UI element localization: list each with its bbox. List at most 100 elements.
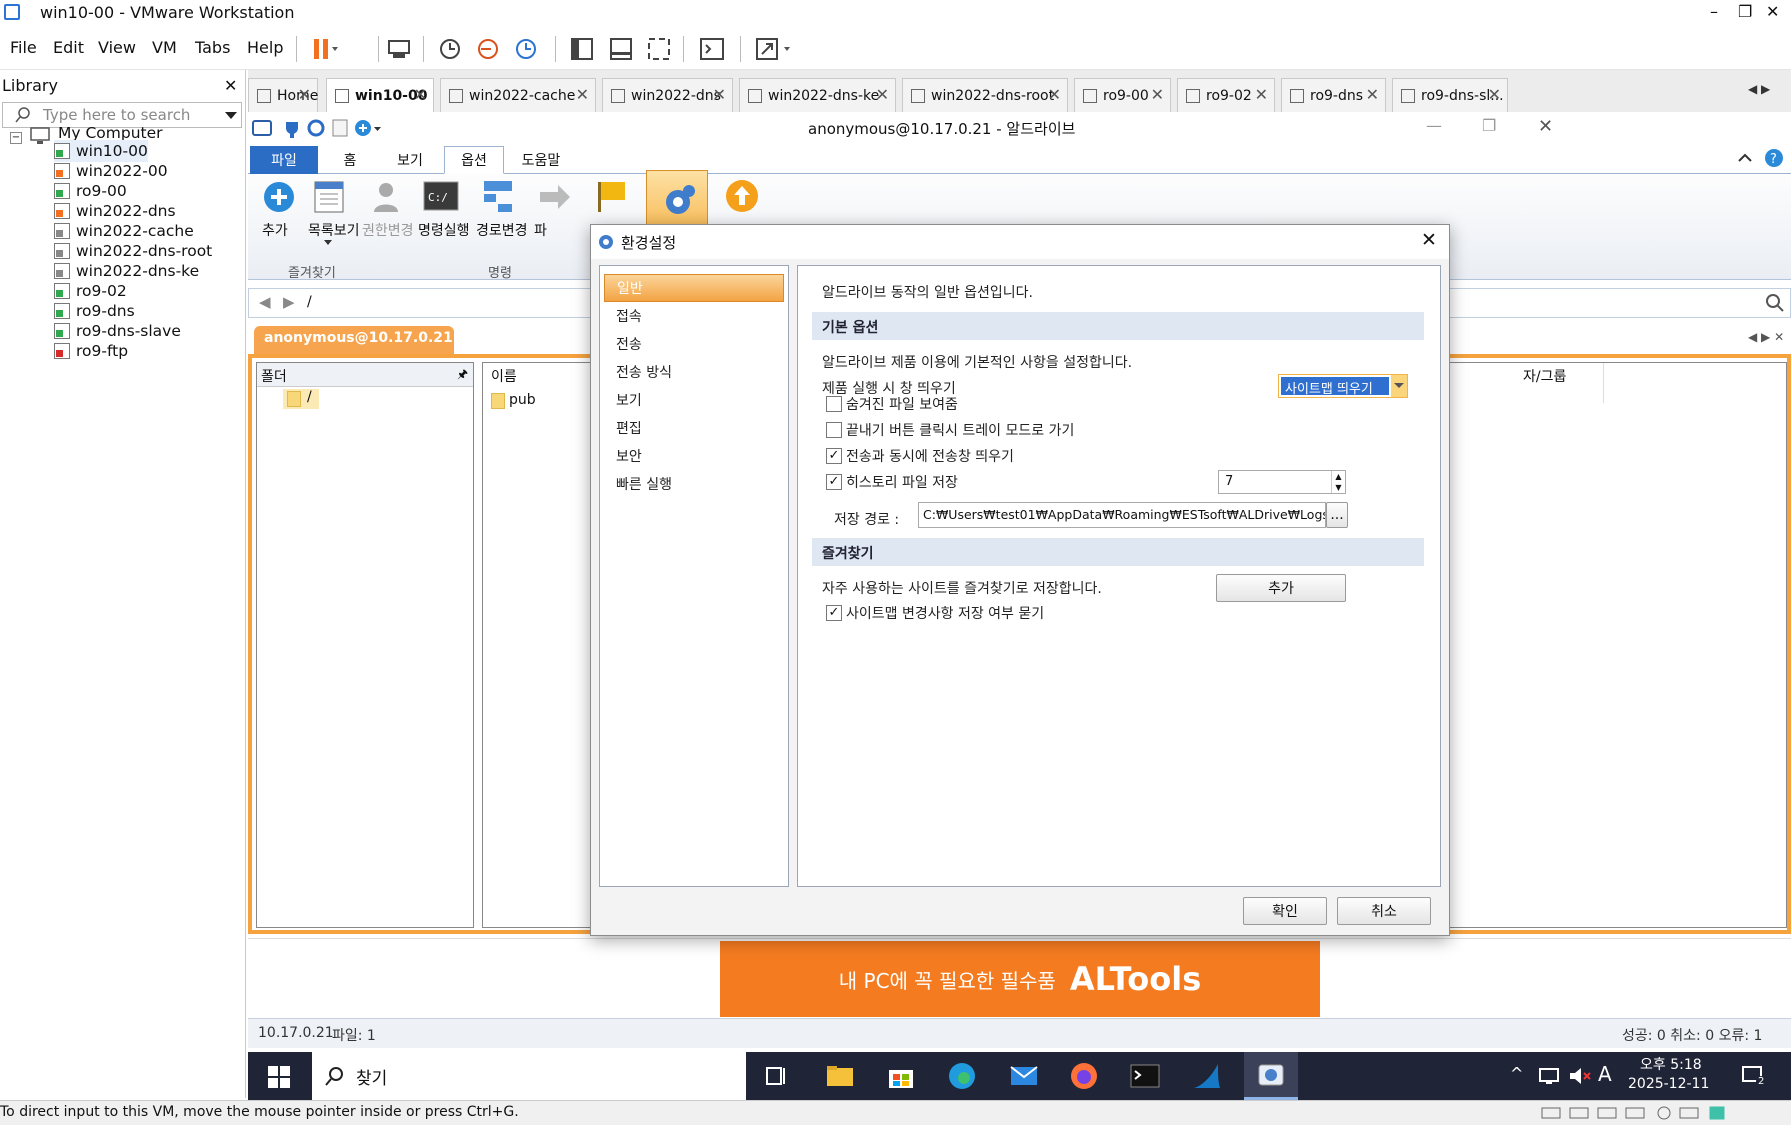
library-vm-item[interactable]: win10-00	[54, 140, 148, 162]
close-tab-icon[interactable]: ✕	[1151, 85, 1164, 104]
address-path[interactable]: /	[307, 294, 312, 310]
wireshark-icon[interactable]	[1192, 1062, 1222, 1090]
owner-group-column-header[interactable]: 자/그룹	[1523, 366, 1566, 386]
option-checkbox[interactable]: ✓	[826, 474, 842, 490]
file-explorer-icon[interactable]	[826, 1064, 854, 1088]
save-path-input[interactable]: C:₩Users₩test01₩AppData₩Roaming₩ESTsoft₩…	[918, 502, 1326, 528]
option-checkbox[interactable]: ✓	[826, 448, 842, 464]
ribbon-tab-options[interactable]: 옵션	[444, 146, 504, 174]
settings-nav-item[interactable]: 편집	[604, 414, 784, 442]
settings-nav-item[interactable]: 보기	[604, 386, 784, 414]
settings-nav-item[interactable]: 전송 방식	[604, 358, 784, 386]
dialog-close-button[interactable]: ✕	[1421, 229, 1437, 251]
close-tab-icon[interactable]: ✕	[1048, 85, 1061, 104]
library-vm-item[interactable]: ro9-02	[54, 280, 127, 302]
file-item-pub[interactable]: pub	[509, 392, 536, 408]
close-tab-icon[interactable]: ✕	[1488, 85, 1501, 104]
back-icon[interactable]: ◀	[259, 293, 271, 311]
snapshot-icon[interactable]	[437, 36, 465, 62]
library-vm-item[interactable]: win2022-cache	[54, 220, 194, 242]
vm-tab[interactable]: ro9-dns ✕	[1281, 78, 1386, 112]
aldrive-close-button[interactable]: ✕	[1538, 116, 1553, 137]
vm-tab[interactable]: ro9-00 ✕	[1074, 78, 1171, 112]
search-icon[interactable]	[1765, 293, 1785, 313]
network-icon[interactable]	[1538, 1066, 1560, 1086]
tray-overflow-icon[interactable]: ^	[1510, 1064, 1523, 1083]
task-view-icon[interactable]	[766, 1066, 788, 1086]
add-favorite-button-label[interactable]: 추가	[262, 220, 288, 240]
help-icon[interactable]: ?	[1764, 148, 1784, 168]
menu-vm[interactable]: VM	[152, 38, 177, 57]
tab-scroll-icons[interactable]: ◀ ▶ ✕	[1748, 330, 1784, 344]
path-change-button-label[interactable]: 경로변경	[476, 220, 528, 240]
settings-nav-item[interactable]: 전송	[604, 330, 784, 358]
pause-icon[interactable]	[310, 36, 338, 62]
close-tab-icon[interactable]: ✕	[876, 85, 889, 104]
ribbon-tab-help[interactable]: 도움말	[506, 146, 576, 174]
show-library-icon[interactable]	[568, 36, 596, 62]
library-vm-item[interactable]: win2022-dns	[54, 200, 176, 222]
close-tab-icon[interactable]: ✕	[576, 85, 589, 104]
clock-date[interactable]: 2025-12-11	[1628, 1076, 1709, 1092]
vm-tab[interactable]: win10-00 ✕	[326, 78, 434, 112]
thumbnail-bar-icon[interactable]	[607, 36, 635, 62]
folder-tree-pane[interactable]: 폴더 🖈 /	[256, 362, 474, 928]
windows-start-icon[interactable]	[268, 1066, 290, 1088]
close-tab-icon[interactable]: ✕	[414, 85, 427, 104]
vm-tab[interactable]: win2022-dns-root ✕	[902, 78, 1068, 112]
mail-icon[interactable]	[1010, 1066, 1038, 1086]
clock-time[interactable]: 오후 5:18	[1640, 1054, 1702, 1074]
option-checkbox[interactable]	[826, 422, 842, 438]
close-tab-icon[interactable]: ✕	[713, 85, 726, 104]
maximize-button[interactable]: ❐	[1738, 2, 1752, 21]
file-transfer-icon[interactable]	[538, 182, 572, 212]
menu-tabs[interactable]: Tabs	[195, 38, 230, 57]
aldrive-minimize-button[interactable]: —	[1426, 116, 1442, 135]
connect-icon[interactable]	[282, 118, 302, 138]
sitemap-confirm-checkbox[interactable]: ✓	[826, 605, 842, 621]
aldrive-taskbar-button[interactable]	[1244, 1052, 1298, 1100]
vm-tab[interactable]: win2022-dns-ke ✕	[739, 78, 896, 112]
spinner-arrows[interactable]: ▲ ▼	[1331, 471, 1345, 493]
quick-search-input[interactable]	[1435, 290, 1765, 316]
minimize-button[interactable]: –	[1710, 2, 1718, 21]
settings-nav-item[interactable]: 접속	[604, 302, 784, 330]
library-vm-item[interactable]: win2022-dns-ke	[54, 260, 199, 282]
vm-tab[interactable]: win2022-dns ✕	[602, 78, 733, 112]
aldrive-restore-button[interactable]: ❐	[1482, 116, 1496, 135]
ribbon-tab-view[interactable]: 보기	[380, 146, 440, 174]
vm-tab[interactable]: win2022-cache ✕	[440, 78, 596, 112]
add-favorite-icon[interactable]	[262, 180, 296, 214]
browse-button[interactable]: ...	[1326, 502, 1348, 528]
ribbon-collapse-icon[interactable]	[1738, 152, 1752, 164]
edge-icon[interactable]	[948, 1062, 976, 1090]
startup-select[interactable]: 사이트맵 띄우기	[1278, 374, 1408, 398]
menu-help[interactable]: Help	[247, 38, 283, 57]
settings-nav-item[interactable]: 일반	[604, 274, 784, 302]
root-folder-item[interactable]: /	[283, 389, 319, 409]
ime-indicator[interactable]: A	[1598, 1062, 1612, 1086]
altools-banner[interactable]: 내 PC에 꼭 필요한 필수품 ALTools	[720, 941, 1320, 1017]
revert-snapshot-icon[interactable]	[475, 36, 503, 62]
chevron-down-icon[interactable]	[225, 112, 237, 120]
option-checkbox[interactable]	[826, 396, 842, 412]
store-icon[interactable]	[888, 1064, 914, 1090]
terminal-icon[interactable]	[1130, 1064, 1160, 1088]
library-vm-item[interactable]: ro9-dns	[54, 300, 135, 322]
ribbon-tab-home[interactable]: 홈	[320, 146, 380, 174]
stretch-guest-icon[interactable]	[754, 36, 790, 62]
settings-nav-item[interactable]: 빠른 실행	[604, 470, 784, 498]
ok-button[interactable]: 확인	[1243, 897, 1327, 925]
console-icon[interactable]	[698, 36, 726, 62]
path-change-icon[interactable]	[480, 178, 516, 214]
refresh-icon[interactable]	[306, 118, 326, 138]
firefox-icon[interactable]	[1070, 1062, 1098, 1090]
library-vm-item[interactable]: win2022-00	[54, 160, 168, 182]
close-tab-icon[interactable]: ✕	[1255, 85, 1268, 104]
name-column-header[interactable]: 이름	[491, 366, 517, 386]
pin-icon[interactable]: 🖈	[457, 365, 468, 386]
menu-file[interactable]: File	[10, 38, 37, 57]
command-button-label[interactable]: 명령실행	[418, 220, 470, 240]
update-icon[interactable]	[724, 178, 760, 214]
chevron-down-icon[interactable]	[324, 240, 332, 246]
